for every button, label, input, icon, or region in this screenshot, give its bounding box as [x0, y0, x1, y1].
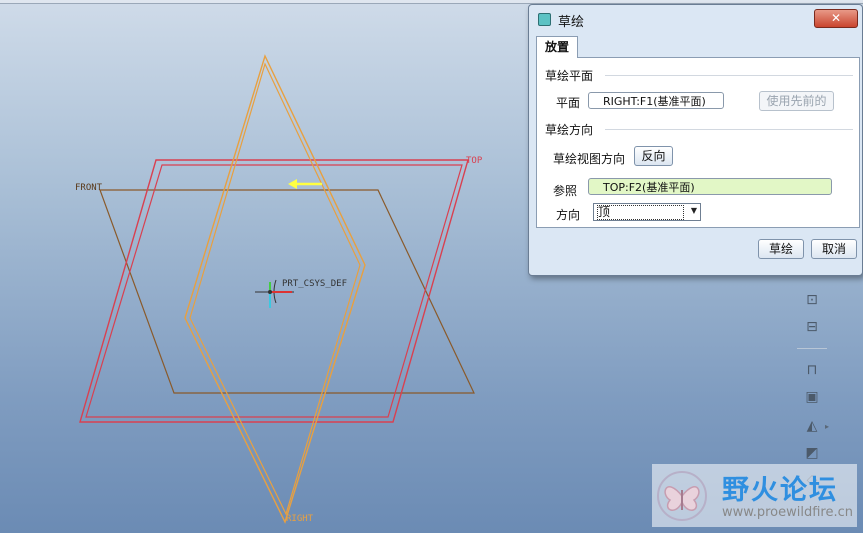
use-previous-button[interactable]: 使用先前的 [759, 91, 834, 111]
draft-icon[interactable]: ◭ [801, 416, 823, 436]
sketch-orientation-section-label: 草绘方向 [545, 123, 594, 137]
plane-label: 平面 [556, 96, 581, 110]
tab-placement[interactable]: 放置 [536, 36, 578, 58]
sketch-app-icon [538, 13, 551, 26]
mirror-icon[interactable]: ⊓ [801, 360, 823, 380]
cancel-button[interactable]: 取消 [811, 239, 857, 259]
shell-icon[interactable]: ◩ [801, 443, 823, 463]
front-plane-label: FRONT [75, 183, 103, 193]
watermark-title: 野火论坛 [722, 475, 838, 506]
datum-point-icon[interactable]: ⊡ [801, 290, 823, 310]
sketch-plane-field[interactable]: RIGHT:F1(基准平面) [588, 92, 724, 109]
sketch-button[interactable]: 草绘 [758, 239, 804, 259]
sketch-plane-section-label: 草绘平面 [545, 69, 594, 83]
butterfly-logo-icon [657, 471, 707, 521]
extrude-icon[interactable]: ▣ [801, 387, 823, 407]
dialog-titlebar[interactable]: 草绘 ✕ [529, 5, 862, 33]
close-icon: ✕ [830, 11, 842, 25]
right-datum-plane-inner [189, 62, 361, 516]
direction-arrow-icon [288, 179, 322, 189]
close-button[interactable]: ✕ [814, 9, 858, 28]
view-direction-label: 草绘视图方向 [553, 152, 626, 166]
sketch-dialog: 草绘 ✕ 放置 草绘平面 平面 RIGHT:F1(基准平面) 使用先前的 草绘方… [528, 4, 863, 276]
dialog-title: 草绘 [558, 15, 585, 30]
orientation-select[interactable]: 顶 ▼ [593, 203, 701, 221]
top-plane-label: TOP [466, 156, 483, 166]
draft-dropdown-arrow-icon[interactable]: ▸ [825, 422, 829, 431]
orientation-value: 顶 [597, 205, 684, 220]
datum-csys-icon[interactable]: ⊟ [801, 317, 823, 337]
right-datum-plane[interactable] [184, 54, 366, 524]
right-plane-label: RIGHT [286, 514, 314, 524]
reference-label: 参照 [553, 184, 578, 198]
divider [605, 75, 853, 76]
forum-watermark: 野火论坛 www.proewildfire.cn [652, 464, 857, 527]
csys-label: PRT_CSYS_DEF [282, 279, 347, 289]
placement-panel: 草绘平面 平面 RIGHT:F1(基准平面) 使用先前的 草绘方向 草绘视图方向… [536, 57, 860, 228]
toolbar-separator [797, 348, 827, 349]
orientation-label: 方向 [556, 208, 581, 222]
divider [605, 129, 853, 130]
chevron-down-icon[interactable]: ▼ [691, 206, 697, 215]
flip-button[interactable]: 反向 [634, 146, 673, 166]
watermark-url: www.proewildfire.cn [722, 505, 853, 520]
reference-field[interactable]: TOP:F2(基准平面) [588, 178, 832, 195]
